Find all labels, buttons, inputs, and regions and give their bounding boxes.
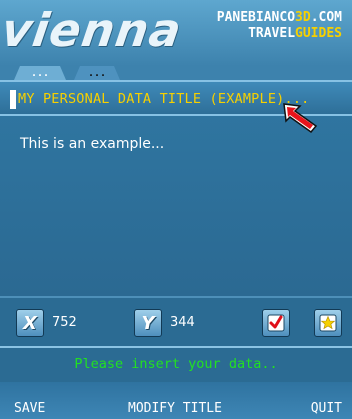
tab-strip: ... ... xyxy=(0,66,352,80)
x-coordinate-button[interactable]: X xyxy=(16,309,44,337)
modify-title-softkey[interactable]: MODIFY TITLE xyxy=(128,401,222,416)
content-area[interactable]: This is an example... xyxy=(0,116,352,296)
coordinates-row: X 752 Y 344 xyxy=(0,296,352,346)
tab-2-label: ... xyxy=(87,68,107,79)
brand-line-2: TRAVELGUIDES xyxy=(217,26,342,42)
text-cursor xyxy=(10,90,16,109)
arrow-cursor-icon xyxy=(283,103,318,134)
x-axis-letter: X xyxy=(23,312,37,334)
confirm-button[interactable] xyxy=(262,309,290,337)
quit-softkey[interactable]: QUIT xyxy=(311,401,342,416)
checkmark-icon xyxy=(267,314,285,332)
brand-line-1: PANEBIANCO3D.COM xyxy=(217,10,342,26)
star-icon xyxy=(319,314,337,332)
tab-1-label: ... xyxy=(30,68,50,79)
favorite-button[interactable] xyxy=(314,309,342,337)
save-softkey[interactable]: SAVE xyxy=(14,401,45,416)
brand-label: PANEBIANCO3D.COM TRAVELGUIDES xyxy=(217,10,342,42)
tab-2[interactable]: ... xyxy=(74,66,120,80)
app-logo: vienna xyxy=(0,3,186,57)
y-axis-letter: Y xyxy=(141,312,155,334)
brand-travel: TRAVEL xyxy=(248,26,296,41)
y-coordinate-button[interactable]: Y xyxy=(134,309,162,337)
brand-guides: GUIDES xyxy=(295,26,342,41)
y-coordinate-value: 344 xyxy=(170,315,195,330)
app-screen: vienna PANEBIANCO3D.COM TRAVELGUIDES ...… xyxy=(0,0,352,419)
tab-1[interactable]: ... xyxy=(14,66,66,80)
softkey-bar: SAVE MODIFY TITLE QUIT xyxy=(0,382,352,419)
x-coordinate-value: 752 xyxy=(52,315,77,330)
title-text: MY PERSONAL DATA TITLE (EXAMPLE)... xyxy=(18,91,310,107)
content-text: This is an example... xyxy=(20,136,165,152)
status-bar: Please insert your data.. xyxy=(0,346,352,382)
brand-accent: 3D xyxy=(295,10,311,25)
brand-name: PANEBIANCO xyxy=(216,10,296,25)
header: vienna PANEBIANCO3D.COM TRAVELGUIDES xyxy=(0,0,352,66)
brand-suffix: .COM xyxy=(310,10,342,25)
status-message: Please insert your data.. xyxy=(74,356,278,372)
